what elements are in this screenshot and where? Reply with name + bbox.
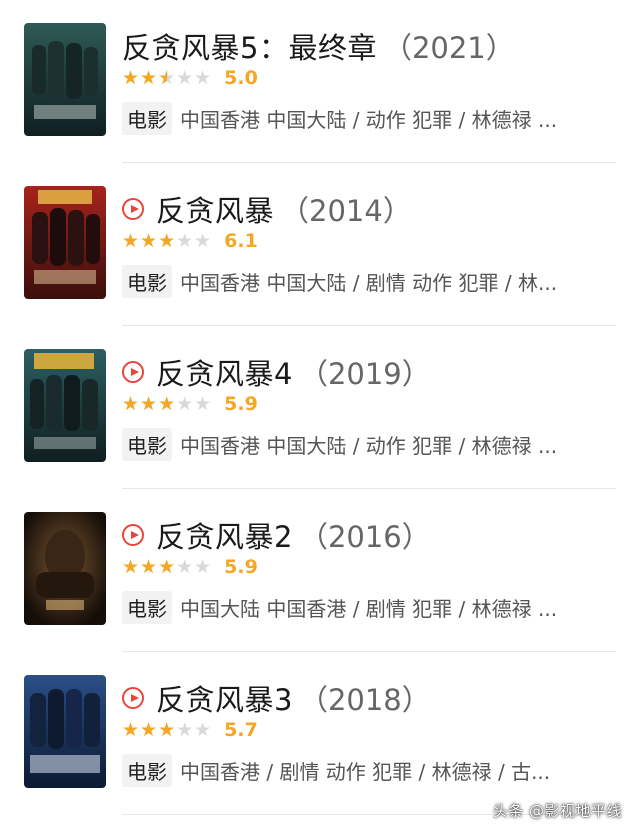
movie-meta: 中国香港 / 剧情 动作 犯罪 / 林德禄 / 古... — [180, 759, 551, 784]
type-tag: 电影 — [122, 264, 172, 298]
watermark: 头条 @影视地平线 — [492, 802, 622, 820]
movie-meta: 中国香港 中国大陆 / 动作 犯罪 / 林德禄 ... — [180, 433, 558, 458]
movie-poster[interactable] — [24, 675, 106, 788]
type-tag: 电影 — [122, 590, 172, 624]
movie-title[interactable]: 反贪风暴3 — [156, 677, 293, 719]
type-tag: 电影 — [122, 101, 172, 135]
rating-stars: ★★★★★★★★★★ — [122, 392, 213, 415]
movie-list-item[interactable]: 反贪风暴2 （2016） ★★★★★★★★★★ 5.9 电影 中国大陆 中国香港… — [0, 489, 640, 652]
movie-title[interactable]: 反贪风暴5：最终章 — [122, 25, 377, 67]
movie-meta: 中国香港 中国大陆 / 动作 犯罪 / 林德禄 ... — [180, 107, 558, 132]
movie-poster[interactable] — [24, 186, 106, 299]
movie-year: （2021） — [382, 31, 515, 65]
rating-score: 6.1 — [224, 230, 258, 252]
movie-meta: 中国香港 中国大陆 / 剧情 动作 犯罪 / 林... — [180, 270, 558, 295]
movie-year: （2014） — [280, 194, 412, 228]
rating-stars: ★★★★★★★★★★ — [122, 66, 213, 89]
play-icon[interactable] — [122, 361, 144, 383]
movie-title[interactable]: 反贪风暴 — [156, 188, 274, 230]
rating-stars: ★★★★★★★★★★ — [122, 229, 213, 252]
rating-stars: ★★★★★★★★★★ — [122, 718, 213, 741]
movie-poster[interactable] — [24, 23, 106, 136]
type-tag: 电影 — [122, 427, 172, 461]
movie-list-item[interactable]: 反贪风暴 （2014） ★★★★★★★★★★ 6.1 电影 中国香港 中国大陆 … — [0, 163, 640, 326]
play-icon[interactable] — [122, 524, 144, 546]
movie-title[interactable]: 反贪风暴2 — [156, 514, 293, 556]
rating-score: 5.9 — [224, 556, 258, 578]
rating-score: 5.0 — [224, 67, 258, 89]
movie-list-item[interactable]: 反贪风暴5：最终章 （2021） ★★★★★★★★★★ 5.0 电影 中国香港 … — [0, 0, 640, 163]
rating-score: 5.7 — [224, 719, 258, 741]
movie-year: （2018） — [298, 683, 431, 717]
movie-poster[interactable] — [24, 349, 106, 462]
movie-year: （2016） — [298, 520, 431, 554]
movie-list-item[interactable]: 反贪风暴3 （2018） ★★★★★★★★★★ 5.7 电影 中国香港 / 剧情… — [0, 652, 640, 815]
rating-score: 5.9 — [224, 393, 258, 415]
movie-poster[interactable] — [24, 512, 106, 625]
movie-year: （2019） — [298, 357, 431, 391]
rating-stars: ★★★★★★★★★★ — [122, 555, 213, 578]
play-icon[interactable] — [122, 687, 144, 709]
type-tag: 电影 — [122, 753, 172, 787]
movie-title[interactable]: 反贪风暴4 — [156, 351, 293, 393]
movie-meta: 中国大陆 中国香港 / 剧情 犯罪 / 林德禄 ... — [180, 596, 558, 621]
play-icon[interactable] — [122, 198, 144, 220]
movie-list-item[interactable]: 反贪风暴4 （2019） ★★★★★★★★★★ 5.9 电影 中国香港 中国大陆… — [0, 326, 640, 489]
